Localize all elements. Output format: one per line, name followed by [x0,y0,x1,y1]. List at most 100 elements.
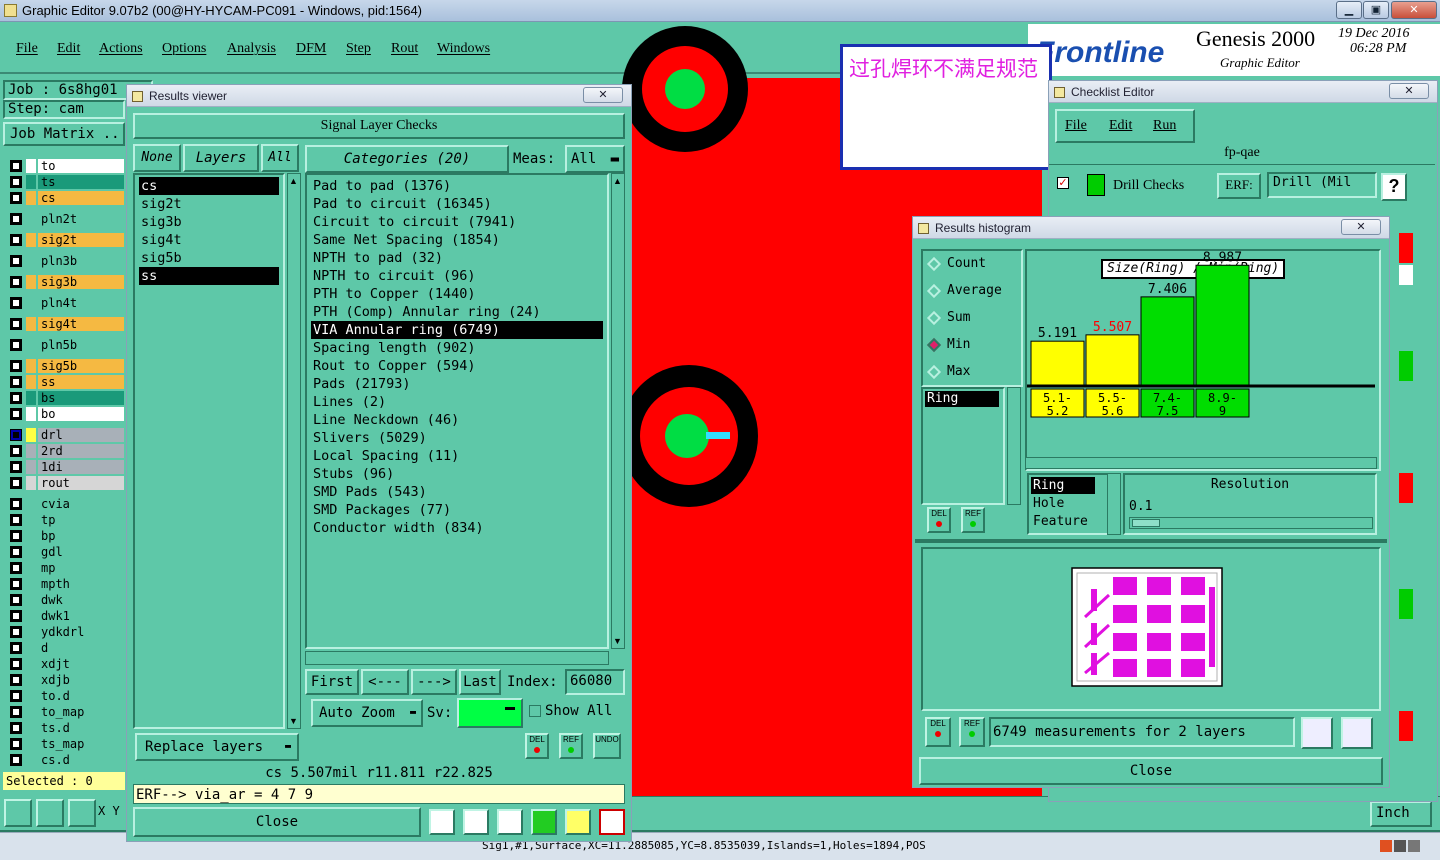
menu-edit[interactable]: Edit [57,41,80,57]
category-item[interactable]: SMD Packages (77) [311,501,451,519]
histogram-list-item[interactable]: Ring [925,391,999,407]
layer-row[interactable]: 1di [8,460,124,474]
layer-row[interactable]: xdjb [8,673,124,687]
category-item[interactable]: PTH to Copper (1440) [311,285,476,303]
category-item[interactable]: Pad to pad (1376) [311,177,451,195]
layer-color-swatch[interactable] [26,737,36,751]
histogram-icon[interactable] [599,809,625,835]
close-window-button[interactable]: ✕ [1391,1,1437,19]
layer-checkbox[interactable] [10,722,22,734]
layer-checkbox[interactable] [10,562,22,574]
layer-row[interactable]: sig2t [8,233,124,247]
menu-actions[interactable]: Actions [99,41,143,57]
aggregate-option-max[interactable]: Max [926,363,1017,383]
layer-name[interactable]: sig4t [38,317,124,331]
sv-color-dropdown[interactable]: ▬ [457,698,523,728]
category-item[interactable]: Circuit to circuit (7941) [311,213,516,231]
category-item[interactable]: PTH (Comp) Annular ring (24) [311,303,541,321]
layer-row[interactable]: to_map [8,705,124,719]
category-item[interactable]: SMD Pads (543) [311,483,427,501]
layer-name[interactable]: ts.d [38,721,124,735]
layer-checkbox[interactable] [10,339,22,351]
prev-button[interactable]: <--- [361,669,409,695]
layer-name[interactable]: drl [38,428,124,442]
layer-row[interactable]: sig5b [8,359,124,373]
layer-color-swatch[interactable] [26,641,36,655]
next-button[interactable]: ---> [411,669,457,695]
layer-name[interactable]: 1di [38,460,124,474]
layer-color-swatch[interactable] [26,561,36,575]
layer-color-swatch[interactable] [26,609,36,623]
aggregate-option-count[interactable]: Count [926,255,1017,275]
none-button[interactable]: None [133,144,181,172]
layer-row[interactable]: to [8,159,124,173]
units-button[interactable]: Inch [1370,801,1432,827]
layer-color-swatch[interactable] [26,175,36,189]
checklist-menu-file[interactable]: File [1065,118,1087,134]
layer-color-swatch[interactable] [26,254,36,268]
layer-checkbox[interactable] [10,578,22,590]
help-button[interactable]: ? [1381,173,1407,201]
checklist-menu-run[interactable]: Run [1153,118,1176,134]
undo-button[interactable]: UNDO [593,733,621,759]
layer-name[interactable]: ydkdrl [38,625,124,639]
layer-row[interactable]: pln3b [8,254,124,268]
category-item[interactable]: Pad to circuit (16345) [311,195,492,213]
show-all-checkbox[interactable] [529,705,541,717]
menu-dfm[interactable]: DFM [296,41,326,57]
layer-checkbox[interactable] [10,610,22,622]
layer-checkbox[interactable] [10,176,22,188]
layer-checkbox[interactable] [10,498,22,510]
histogram-bar[interactable] [1195,264,1250,386]
exit-icon[interactable] [463,809,489,835]
job-matrix-button[interactable]: Job Matrix .. [3,122,125,146]
meas-dropdown[interactable]: All ▬ [565,145,625,173]
radio-diamond-icon[interactable] [926,310,942,326]
results-layer-item[interactable]: cs [139,177,279,195]
layer-name[interactable]: dwk1 [38,609,124,623]
layer-name[interactable]: pln3b [38,254,124,268]
layer-name[interactable]: pln4t [38,296,124,310]
layer-color-swatch[interactable] [26,338,36,352]
layer-row[interactable]: rout [8,476,124,490]
layer-checkbox[interactable] [10,213,22,225]
layer-row[interactable]: ts.d [8,721,124,735]
step-icon[interactable] [531,809,557,835]
layer-row[interactable]: cs.d [8,753,124,767]
layer-color-swatch[interactable] [26,529,36,543]
layer-color-swatch[interactable] [26,275,36,289]
layer-name[interactable]: gdl [38,545,124,559]
category-item[interactable]: NPTH to pad (32) [311,249,443,267]
layer-name[interactable]: xdjt [38,657,124,671]
layer-name[interactable]: d [38,641,124,655]
layer-name[interactable]: bp [38,529,124,543]
layer-name[interactable]: to [38,159,124,173]
minimize-button[interactable]: ▁ [1336,1,1362,19]
layer-name[interactable]: bo [38,407,124,421]
aggregate-option-average[interactable]: Average [926,282,1017,302]
layer-color-swatch[interactable] [26,689,36,703]
layer-checkbox[interactable] [10,392,22,404]
layer-checkbox[interactable] [10,674,22,686]
layer-name[interactable]: sig5b [38,359,124,373]
layer-checkbox[interactable] [10,754,22,766]
category-item[interactable]: Lines (2) [311,393,386,411]
layer-name[interactable]: cs.d [38,753,124,767]
layer-name[interactable]: rout [38,476,124,490]
layer-name[interactable]: to.d [38,689,124,703]
layer-checkbox[interactable] [10,255,22,267]
layer-row[interactable]: ts_map [8,737,124,751]
layer-row[interactable]: pln4t [8,296,124,310]
layer-row[interactable]: pln2t [8,212,124,226]
layer-row[interactable]: ydkdrl [8,625,124,639]
layer-name[interactable]: xdjb [38,673,124,687]
layer-checkbox[interactable] [10,514,22,526]
layer-color-swatch[interactable] [26,593,36,607]
layer-checkbox[interactable] [10,461,22,473]
layer-checkbox[interactable] [10,477,22,489]
auto-zoom-dropdown[interactable]: Auto Zoom ▬ [311,699,423,727]
layers-button[interactable]: Layers [183,144,259,172]
results-layer-item[interactable]: sig4t [139,231,279,249]
layer-row[interactable]: cvia [8,497,124,511]
layer-name[interactable]: cs [38,191,124,205]
